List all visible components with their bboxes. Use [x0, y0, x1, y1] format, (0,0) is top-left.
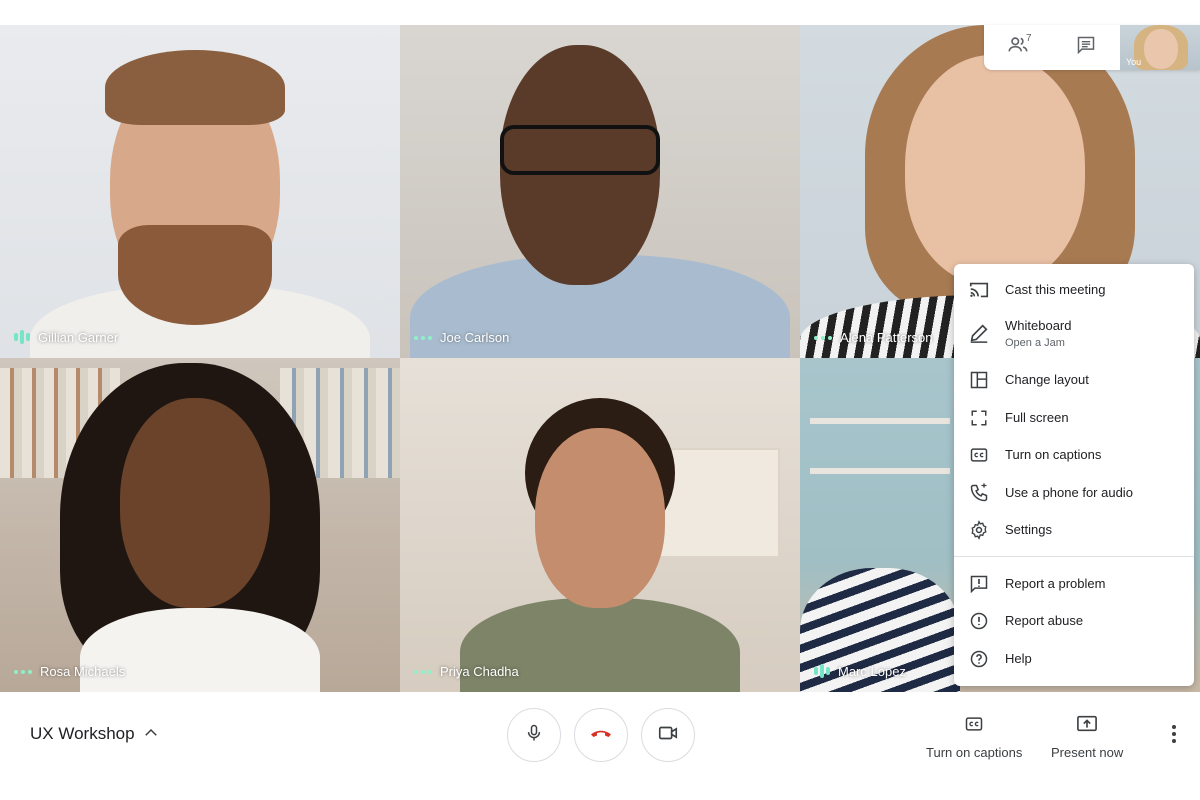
alert-icon [968, 610, 990, 632]
speaking-indicator [814, 335, 832, 340]
chevron-up-icon[interactable] [142, 724, 160, 747]
speaking-indicator [14, 669, 32, 674]
meeting-title: UX Workshop [30, 724, 135, 743]
menu-item-phone-audio[interactable]: Use a phone for audio [954, 479, 1194, 507]
participant-tile-priya-chadha[interactable]: Priya Chadha [400, 358, 800, 692]
people-button[interactable]: 7 [984, 25, 1052, 70]
participant-tile-rosa-michaels[interactable]: Rosa Michaels [0, 358, 400, 692]
present-now-label: Present now [1051, 745, 1124, 760]
self-view-head [1144, 29, 1178, 69]
menu-item-label: Full screen [1005, 410, 1069, 425]
speaking-indicator [814, 663, 830, 679]
participant-name: Rosa Michaels [40, 664, 126, 679]
participant-label: Marc Lopez [814, 663, 906, 679]
camera-icon [657, 722, 679, 749]
present-now-button[interactable]: Present now [1051, 714, 1123, 760]
chat-button[interactable] [1052, 25, 1120, 70]
participant-glasses [500, 125, 660, 175]
speaking-indicator [14, 329, 30, 345]
people-count: 7 [1026, 33, 1032, 44]
self-view-thumbnail[interactable]: You [1120, 25, 1200, 70]
menu-item-label: Report abuse [1005, 613, 1084, 628]
participant-label: Alena Patterson [814, 330, 933, 345]
menu-item-cast[interactable]: Cast this meeting [954, 276, 1194, 304]
participant-beard [118, 225, 272, 325]
camera-button[interactable] [641, 708, 695, 762]
participant-name: Joe Carlson [440, 330, 510, 345]
microphone-button[interactable] [507, 708, 561, 762]
menu-item-full-screen[interactable]: Full screen [954, 404, 1194, 432]
kitchen-shelf [810, 468, 950, 474]
participant-label: Priya Chadha [414, 664, 519, 679]
top-strip [0, 0, 1200, 25]
self-view-label: You [1126, 57, 1142, 67]
menu-item-label: Cast this meeting [1005, 282, 1106, 297]
menu-item-whiteboard[interactable]: Whiteboard Open a Jam [954, 312, 1194, 356]
captions-button-label: Turn on captions [926, 745, 1023, 760]
menu-item-label: Use a phone for audio [1005, 485, 1133, 500]
hang-up-button[interactable] [574, 708, 628, 762]
menu-item-settings[interactable]: Settings [954, 516, 1194, 544]
menu-item-captions[interactable]: Turn on captions [954, 441, 1194, 469]
menu-item-change-layout[interactable]: Change layout [954, 366, 1194, 394]
participant-head [905, 55, 1085, 285]
menu-item-label: Whiteboard [1005, 318, 1072, 333]
menu-item-label: Help [1005, 651, 1032, 666]
participant-tile-gillian-garner[interactable]: Gillian Garner [0, 25, 400, 358]
participant-label: Joe Carlson [414, 330, 509, 345]
layout-icon [968, 369, 990, 391]
participant-tile-joe-carlson[interactable]: Joe Carlson [400, 25, 800, 358]
help-icon [968, 648, 990, 670]
menu-item-help[interactable]: Help [954, 645, 1194, 673]
pen-icon [968, 322, 990, 344]
more-options-icon[interactable] [1164, 722, 1184, 751]
more-options-menu: Cast this meeting Whiteboard Open a Jam … [954, 264, 1194, 686]
captions-icon [964, 714, 984, 739]
menu-item-label: Settings [1005, 522, 1052, 537]
report-icon [968, 573, 990, 595]
menu-item-label: Change layout [1005, 372, 1089, 387]
participant-name: Alena Patterson [840, 330, 933, 345]
menu-item-report-abuse[interactable]: Report abuse [954, 607, 1194, 635]
participant-hair [105, 50, 285, 125]
participant-label: Gillian Garner [14, 329, 118, 345]
menu-item-label: Turn on captions [1005, 447, 1102, 462]
hang-up-icon [589, 721, 613, 750]
participant-head [535, 428, 665, 608]
participant-body [80, 608, 320, 692]
top-right-panel: 7 You [984, 25, 1200, 70]
captions-icon [968, 444, 990, 466]
participant-head [120, 398, 270, 608]
menu-item-label: Report a problem [1005, 576, 1106, 591]
menu-divider [954, 556, 1194, 557]
menu-item-sublabel: Open a Jam [1005, 337, 1065, 349]
speaking-indicator [414, 335, 432, 340]
microphone-icon [524, 723, 544, 748]
speaking-indicator [414, 669, 432, 674]
participant-name: Marc Lopez [838, 663, 906, 679]
present-icon [1076, 714, 1098, 739]
participant-name: Gillian Garner [38, 329, 119, 345]
phone-icon [968, 482, 990, 504]
cast-icon [968, 279, 990, 301]
kitchen-shelf [810, 418, 950, 424]
participant-name: Priya Chadha [440, 664, 519, 679]
chat-icon [1076, 35, 1096, 60]
fullscreen-icon [968, 407, 990, 429]
bottom-control-bar: UX Workshop Turn on captions Present now [0, 692, 1200, 800]
gear-icon [968, 519, 990, 541]
captions-button[interactable]: Turn on captions [926, 714, 1022, 760]
menu-item-report-problem[interactable]: Report a problem [954, 570, 1194, 598]
participant-label: Rosa Michaels [14, 664, 125, 679]
